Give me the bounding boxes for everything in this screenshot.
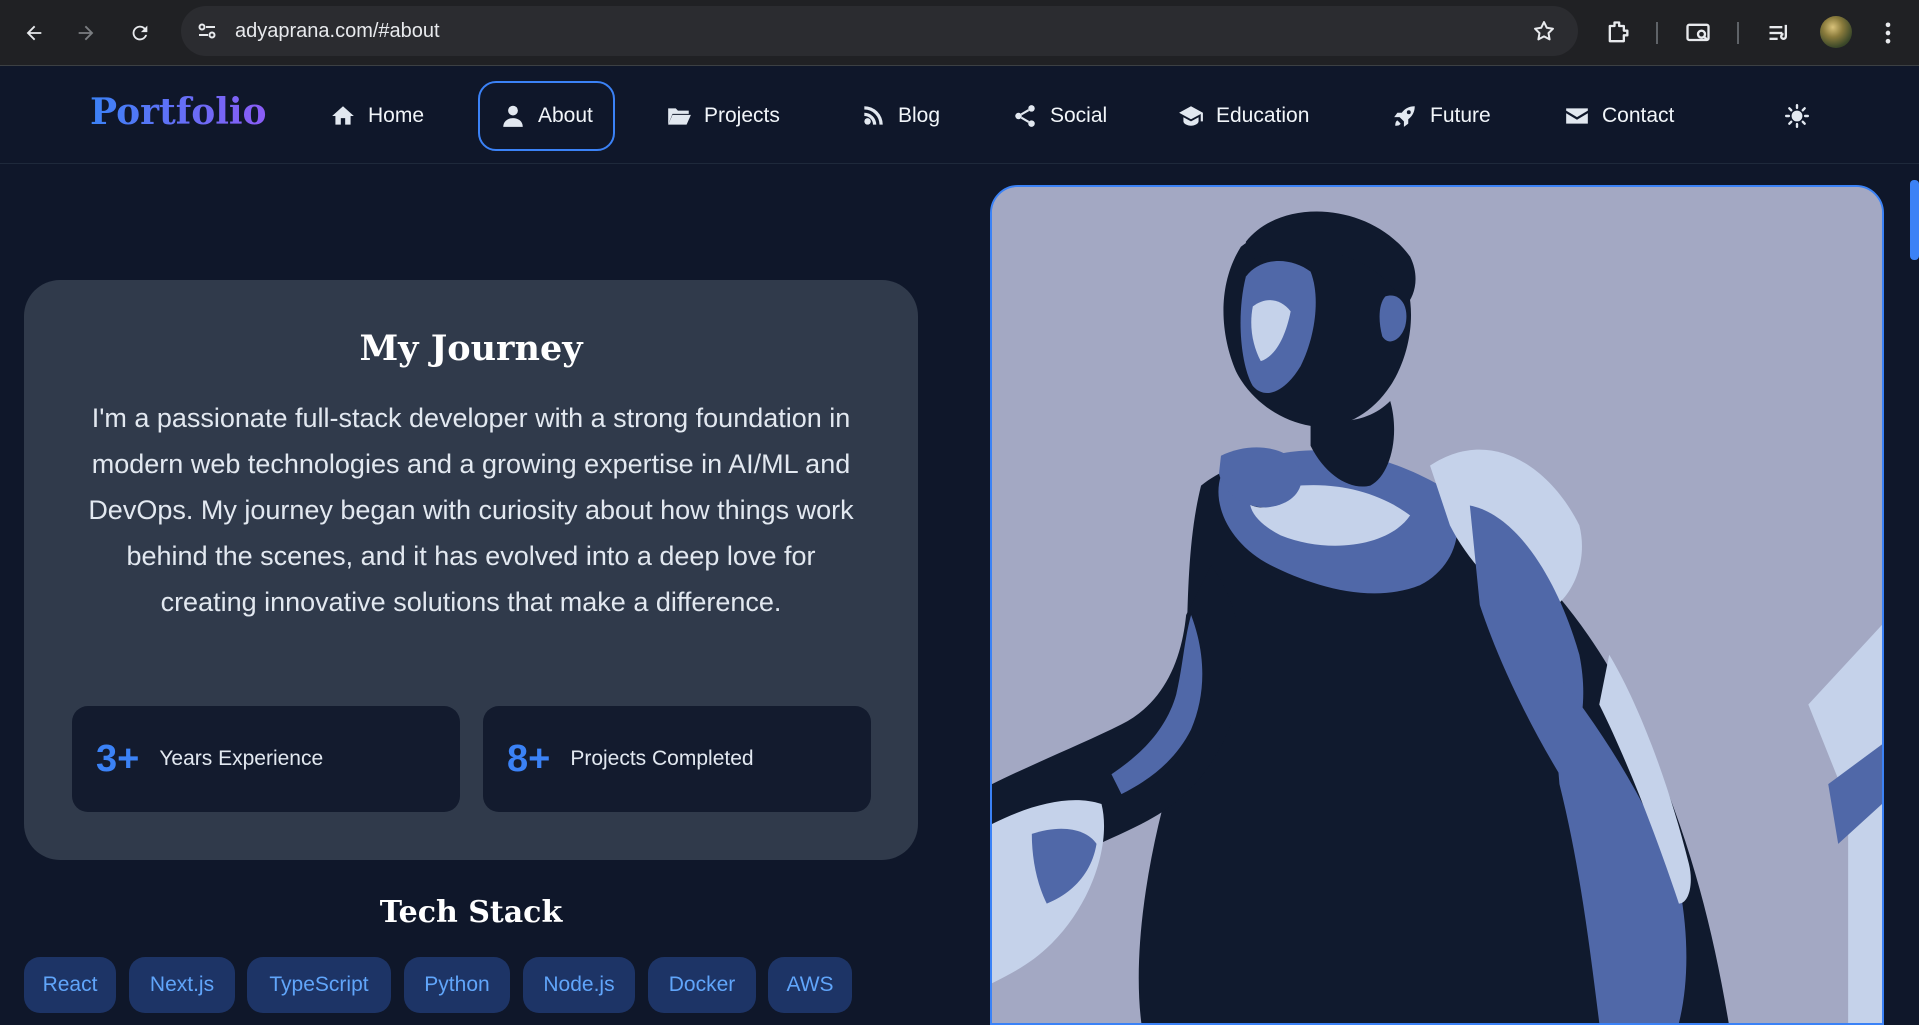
media-cast-icon[interactable]	[1684, 19, 1712, 47]
nav-label: About	[538, 104, 593, 127]
tech-chip: TypeScript	[247, 957, 391, 1013]
nav-social[interactable]: Social	[992, 81, 1127, 151]
nav-blog[interactable]: Blog	[840, 81, 960, 151]
profile-portrait-image	[990, 185, 1884, 1025]
address-bar[interactable]: adyaprana.com/#about	[181, 6, 1578, 56]
brand-logo[interactable]: Portfolio	[90, 91, 267, 133]
url-text[interactable]: adyaprana.com/#about	[235, 20, 440, 43]
more-menu-icon[interactable]	[1874, 19, 1902, 47]
rocket-icon	[1394, 106, 1415, 127]
tech-chip: Next.js	[129, 957, 235, 1013]
theme-toggle-button[interactable]	[1782, 101, 1812, 131]
nav-label: Social	[1050, 104, 1108, 127]
stat-value: 3+	[96, 737, 140, 780]
nav-education[interactable]: Education	[1158, 81, 1329, 151]
nav-about[interactable]: About	[478, 81, 615, 151]
journey-card: My Journey I'm a passionate full-stack d…	[24, 280, 918, 860]
toolbar-divider	[1656, 22, 1658, 44]
extensions-icon[interactable]	[1604, 19, 1632, 47]
share-icon	[1015, 105, 1035, 127]
folder-icon	[668, 108, 691, 125]
arrow-right-icon	[78, 25, 94, 41]
nav-projects[interactable]: Projects	[646, 81, 800, 151]
tech-chip: Python	[404, 957, 510, 1013]
nav-future[interactable]: Future	[1372, 81, 1511, 151]
toolbar-divider	[1737, 22, 1739, 44]
graduation-cap-icon	[1179, 106, 1203, 126]
nav-home[interactable]: Home	[310, 81, 444, 151]
bookmark-star-icon[interactable]	[1532, 19, 1556, 43]
tech-stack-title: Tech Stack	[379, 895, 563, 930]
nav-label: Education	[1216, 104, 1310, 127]
tech-chip: Docker	[648, 957, 756, 1013]
nav-contact[interactable]: Contact	[1544, 81, 1694, 151]
arrow-left-icon	[26, 25, 42, 41]
back-button[interactable]	[14, 13, 54, 53]
stat-card-experience: 3+ Years Experience	[72, 706, 460, 812]
stat-card-projects: 8+ Projects Completed	[483, 706, 871, 812]
journey-title: My Journey	[359, 328, 583, 369]
forward-button[interactable]	[66, 13, 106, 53]
blog-icon	[864, 106, 883, 125]
sun-icon	[1784, 103, 1810, 129]
scrollbar-thumb[interactable]	[1910, 180, 1919, 260]
browser-toolbar: adyaprana.com/#about	[0, 0, 1919, 66]
site-settings-icon[interactable]	[195, 19, 219, 43]
nav-label: Contact	[1602, 104, 1675, 127]
reload-button[interactable]	[120, 13, 160, 53]
reading-list-icon[interactable]	[1766, 19, 1794, 47]
stat-label: Years Experience	[159, 747, 324, 770]
nav-label: Future	[1430, 104, 1491, 127]
envelope-icon	[1566, 108, 1588, 124]
site-navbar: Portfolio Home About Projects Blog Socia…	[0, 67, 1919, 164]
nav-label: Home	[368, 104, 425, 127]
tech-chip: AWS	[768, 957, 852, 1013]
journey-description: I'm a passionate full-stack developer wi…	[88, 403, 854, 617]
nav-label: Projects	[704, 104, 780, 127]
profile-avatar[interactable]	[1820, 16, 1852, 48]
reload-icon	[132, 25, 148, 41]
portrait-illustration	[992, 187, 1882, 1023]
tech-chip: Node.js	[523, 957, 635, 1013]
stat-label: Projects Completed	[570, 747, 754, 770]
tech-chip: React	[24, 957, 116, 1013]
user-icon	[503, 105, 523, 127]
nav-label: Blog	[898, 104, 941, 127]
home-icon	[332, 106, 354, 125]
stat-value: 8+	[507, 737, 551, 780]
